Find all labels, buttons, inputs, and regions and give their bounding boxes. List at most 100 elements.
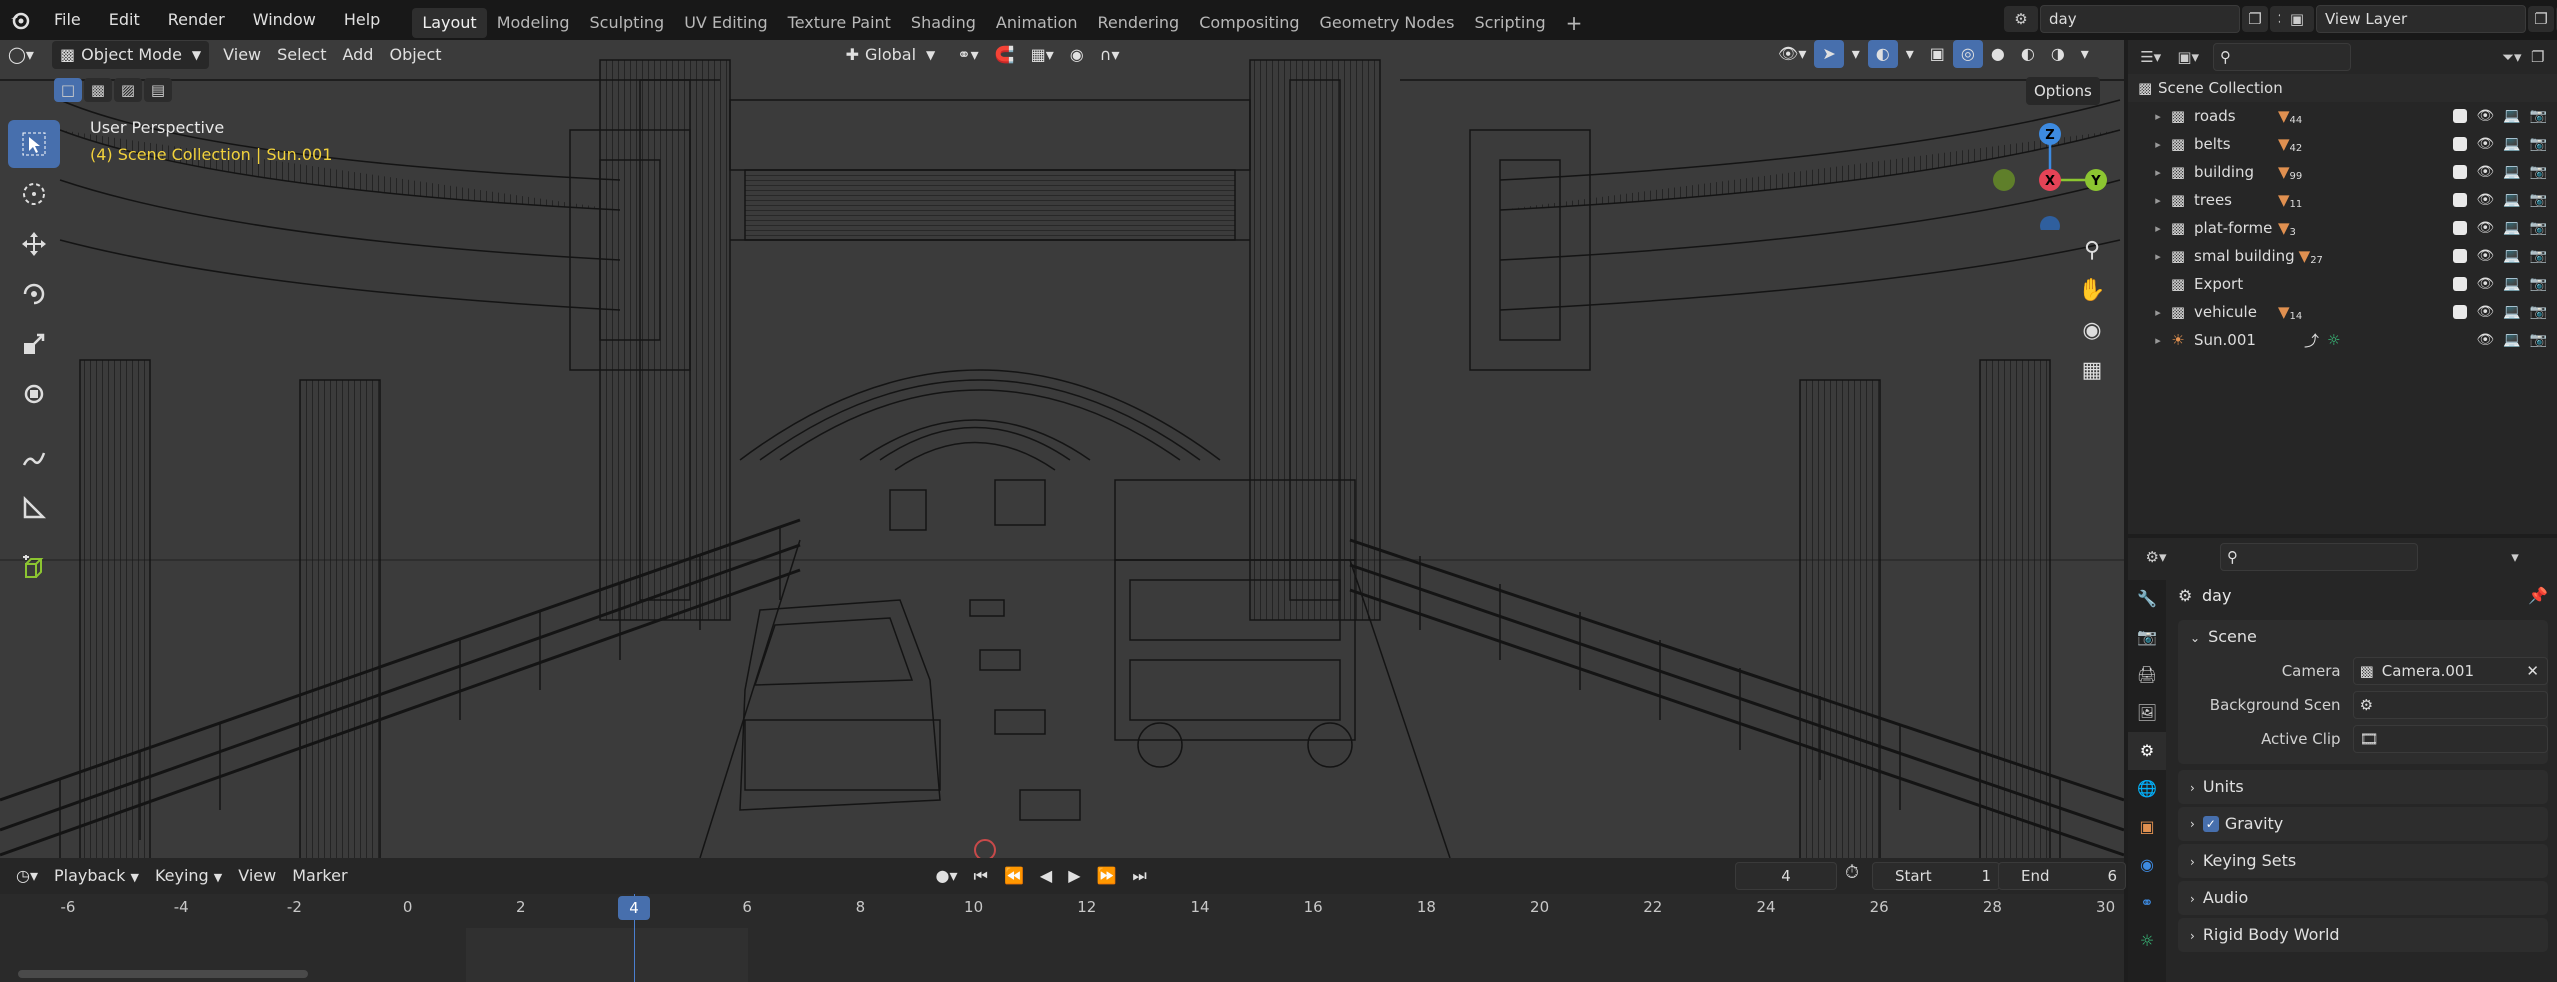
tab-layout[interactable]: Layout xyxy=(412,7,487,38)
view-layer-icon[interactable]: ▣ xyxy=(2280,6,2314,32)
eye-icon[interactable]: 👁 xyxy=(2476,108,2494,124)
outliner-row[interactable]: ▸ ▩ trees ▼ 11 👁 💻 📷 xyxy=(2128,186,2557,214)
current-frame-field[interactable]: 4 xyxy=(1735,862,1837,890)
rotate-tool-icon[interactable] xyxy=(8,270,60,318)
menu-window[interactable]: Window xyxy=(239,0,330,40)
expand-arrow-icon[interactable]: ▸ xyxy=(2150,194,2166,207)
eye-icon[interactable]: 👁 xyxy=(2476,248,2494,264)
menu-help[interactable]: Help xyxy=(330,0,394,40)
record-button[interactable]: ●▾ xyxy=(928,862,966,890)
select-new-icon[interactable]: □ xyxy=(54,78,82,102)
tab-shading[interactable]: Shading xyxy=(901,8,986,38)
cursor-tool-icon[interactable] xyxy=(8,170,60,218)
gizmo-dropdown-icon[interactable]: ▾ xyxy=(1844,40,1868,68)
render-camera-icon[interactable]: 📷 xyxy=(2530,136,2547,152)
properties-menu-icon[interactable]: ▾ xyxy=(2502,544,2528,570)
tab-geometry-nodes[interactable]: Geometry Nodes xyxy=(1310,8,1465,38)
object-tab-icon[interactable]: ▣ xyxy=(2128,808,2166,846)
keying-menu[interactable]: Keying ▼ xyxy=(147,862,230,890)
scene-icon[interactable]: ⚙ xyxy=(2004,6,2038,32)
grid-toggle-icon[interactable]: ▦ xyxy=(2072,358,2112,398)
tab-rendering[interactable]: Rendering xyxy=(1088,8,1190,38)
marker-menu[interactable]: Marker xyxy=(284,862,355,890)
eye-icon[interactable]: 👁 xyxy=(2476,164,2494,180)
viewport-disable-icon[interactable]: 💻 xyxy=(2503,220,2520,236)
view-layer-field[interactable]: View Layer xyxy=(2316,5,2526,33)
exclude-checkbox[interactable] xyxy=(2453,221,2468,235)
render-camera-icon[interactable]: 📷 xyxy=(2530,220,2547,236)
transform-orientation-dropdown[interactable]: ✚ Global ▼ xyxy=(838,41,944,69)
solid-shading-icon[interactable]: ● xyxy=(1983,40,2013,68)
tab-texture-paint[interactable]: Texture Paint xyxy=(778,8,901,38)
pivot-point-icon[interactable]: ⚭▾ xyxy=(949,41,986,69)
exclude-checkbox[interactable] xyxy=(2453,137,2468,151)
timeline-editor-type-icon[interactable]: ◷▾ xyxy=(8,862,46,890)
tab-uv-editing[interactable]: UV Editing xyxy=(674,8,777,38)
tab-scripting[interactable]: Scripting xyxy=(1464,8,1555,38)
eye-icon[interactable]: 👁 xyxy=(2476,276,2494,292)
menu-select[interactable]: Select xyxy=(269,41,334,69)
editor-type-icon[interactable]: ◯▾ xyxy=(0,41,46,69)
outliner-row[interactable]: ▸ ▩ vehicule ▼ 14 👁 💻 📷 xyxy=(2128,298,2557,326)
expand-arrow-icon[interactable]: ▸ xyxy=(2150,166,2166,179)
data-tab-icon[interactable]: ☼ xyxy=(2128,922,2166,960)
viewport-disable-icon[interactable]: 💻 xyxy=(2503,136,2520,152)
tab-modeling[interactable]: Modeling xyxy=(487,8,580,38)
outliner-root-row[interactable]: ▩ Scene Collection xyxy=(2128,74,2557,102)
select-subtract-icon[interactable]: ▨ xyxy=(114,78,142,102)
next-keyframe-icon[interactable]: ⏩ xyxy=(1089,862,1125,890)
playhead-frame-indicator[interactable]: 4 xyxy=(618,896,650,920)
overlay-dropdown-icon[interactable]: ▾ xyxy=(1898,40,1922,68)
render-camera-icon[interactable]: 📷 xyxy=(2530,304,2547,320)
scene-name-field[interactable]: day xyxy=(2040,5,2240,33)
proportional-edit-icon[interactable]: ◉ xyxy=(1062,41,1092,69)
properties-search-input[interactable]: ⚲ xyxy=(2220,543,2418,571)
view-layer-tab-icon[interactable]: 🖼 xyxy=(2128,694,2166,732)
menu-edit[interactable]: Edit xyxy=(95,0,154,40)
move-tool-icon[interactable] xyxy=(8,220,60,268)
expand-arrow-icon[interactable]: ▸ xyxy=(2150,110,2166,123)
snap-target-icon[interactable]: ▦▾ xyxy=(1023,41,1062,69)
timeline-view-menu[interactable]: View xyxy=(230,862,284,890)
falloff-icon[interactable]: ∩▾ xyxy=(1092,41,1128,69)
xray-toggle-icon[interactable]: ▣ xyxy=(1922,40,1953,68)
filter-icon[interactable]: ⏷▾ xyxy=(2497,44,2526,70)
camera-field[interactable]: ▩ Camera.001 ✕ xyxy=(2352,657,2548,685)
keying-sets-panel[interactable]: › Keying Sets xyxy=(2178,844,2548,878)
outliner-search-input[interactable]: ⚲ xyxy=(2212,43,2351,71)
add-cube-tool-icon[interactable] xyxy=(8,544,60,592)
tab-animation[interactable]: Animation xyxy=(986,8,1088,38)
render-camera-icon[interactable]: 📷 xyxy=(2530,192,2547,208)
outliner-row[interactable]: ▸ ▩ roads ▼ 44 👁 💻 📷 xyxy=(2128,102,2557,130)
physics-tab-icon[interactable]: ◉ xyxy=(2128,846,2166,884)
expand-arrow-icon[interactable]: ▸ xyxy=(2150,222,2166,235)
eye-icon[interactable]: 👁 xyxy=(2476,332,2494,348)
playback-menu[interactable]: Playback ▼ xyxy=(46,862,147,890)
overlay-toggle-icon[interactable]: ◐ xyxy=(1867,40,1898,68)
scale-tool-icon[interactable] xyxy=(8,320,60,368)
rendered-shading-icon[interactable]: ◑ xyxy=(2043,40,2073,68)
shading-dropdown-icon[interactable]: ▾ xyxy=(2073,40,2097,68)
menu-render[interactable]: Render xyxy=(154,0,239,40)
eye-icon[interactable]: 👁 xyxy=(2476,136,2494,152)
viewport-disable-icon[interactable]: 💻 xyxy=(2503,108,2520,124)
jump-end-icon[interactable]: ⏭ xyxy=(1124,862,1154,890)
snap-icon[interactable]: 🧲 xyxy=(987,41,1023,69)
zoom-icon[interactable]: ⚲ xyxy=(2072,238,2112,278)
rigid-body-world-panel[interactable]: › Rigid Body World xyxy=(2178,918,2548,952)
gravity-panel[interactable]: › ✓ Gravity xyxy=(2178,807,2548,841)
menu-view[interactable]: View xyxy=(215,41,269,69)
outliner-row[interactable]: ▸ ▩ building ▼ 99 👁 💻 📷 xyxy=(2128,158,2557,186)
copy-view-layer-icon[interactable]: ❐ xyxy=(2528,6,2554,32)
output-tab-icon[interactable]: 🖨 xyxy=(2128,656,2166,694)
wireframe-shading-icon[interactable]: ◎ xyxy=(1952,40,1983,68)
expand-arrow-icon[interactable]: ▸ xyxy=(2150,306,2166,319)
exclude-checkbox[interactable] xyxy=(2453,165,2468,179)
eye-icon[interactable]: 👁 xyxy=(2476,192,2494,208)
timeline-track-area[interactable]: -6-4-2024681012141618202224262830 4 xyxy=(0,894,2124,982)
expand-arrow-icon[interactable]: ▸ xyxy=(2150,334,2166,347)
display-mode-icon[interactable]: ▣▾ xyxy=(2173,44,2202,70)
3d-viewport[interactable]: User Perspective (4) Scene Collection | … xyxy=(0,40,2124,858)
outliner-row[interactable]: ▩ Export 👁 💻 📷 xyxy=(2128,270,2557,298)
annotate-tool-icon[interactable] xyxy=(8,434,60,482)
